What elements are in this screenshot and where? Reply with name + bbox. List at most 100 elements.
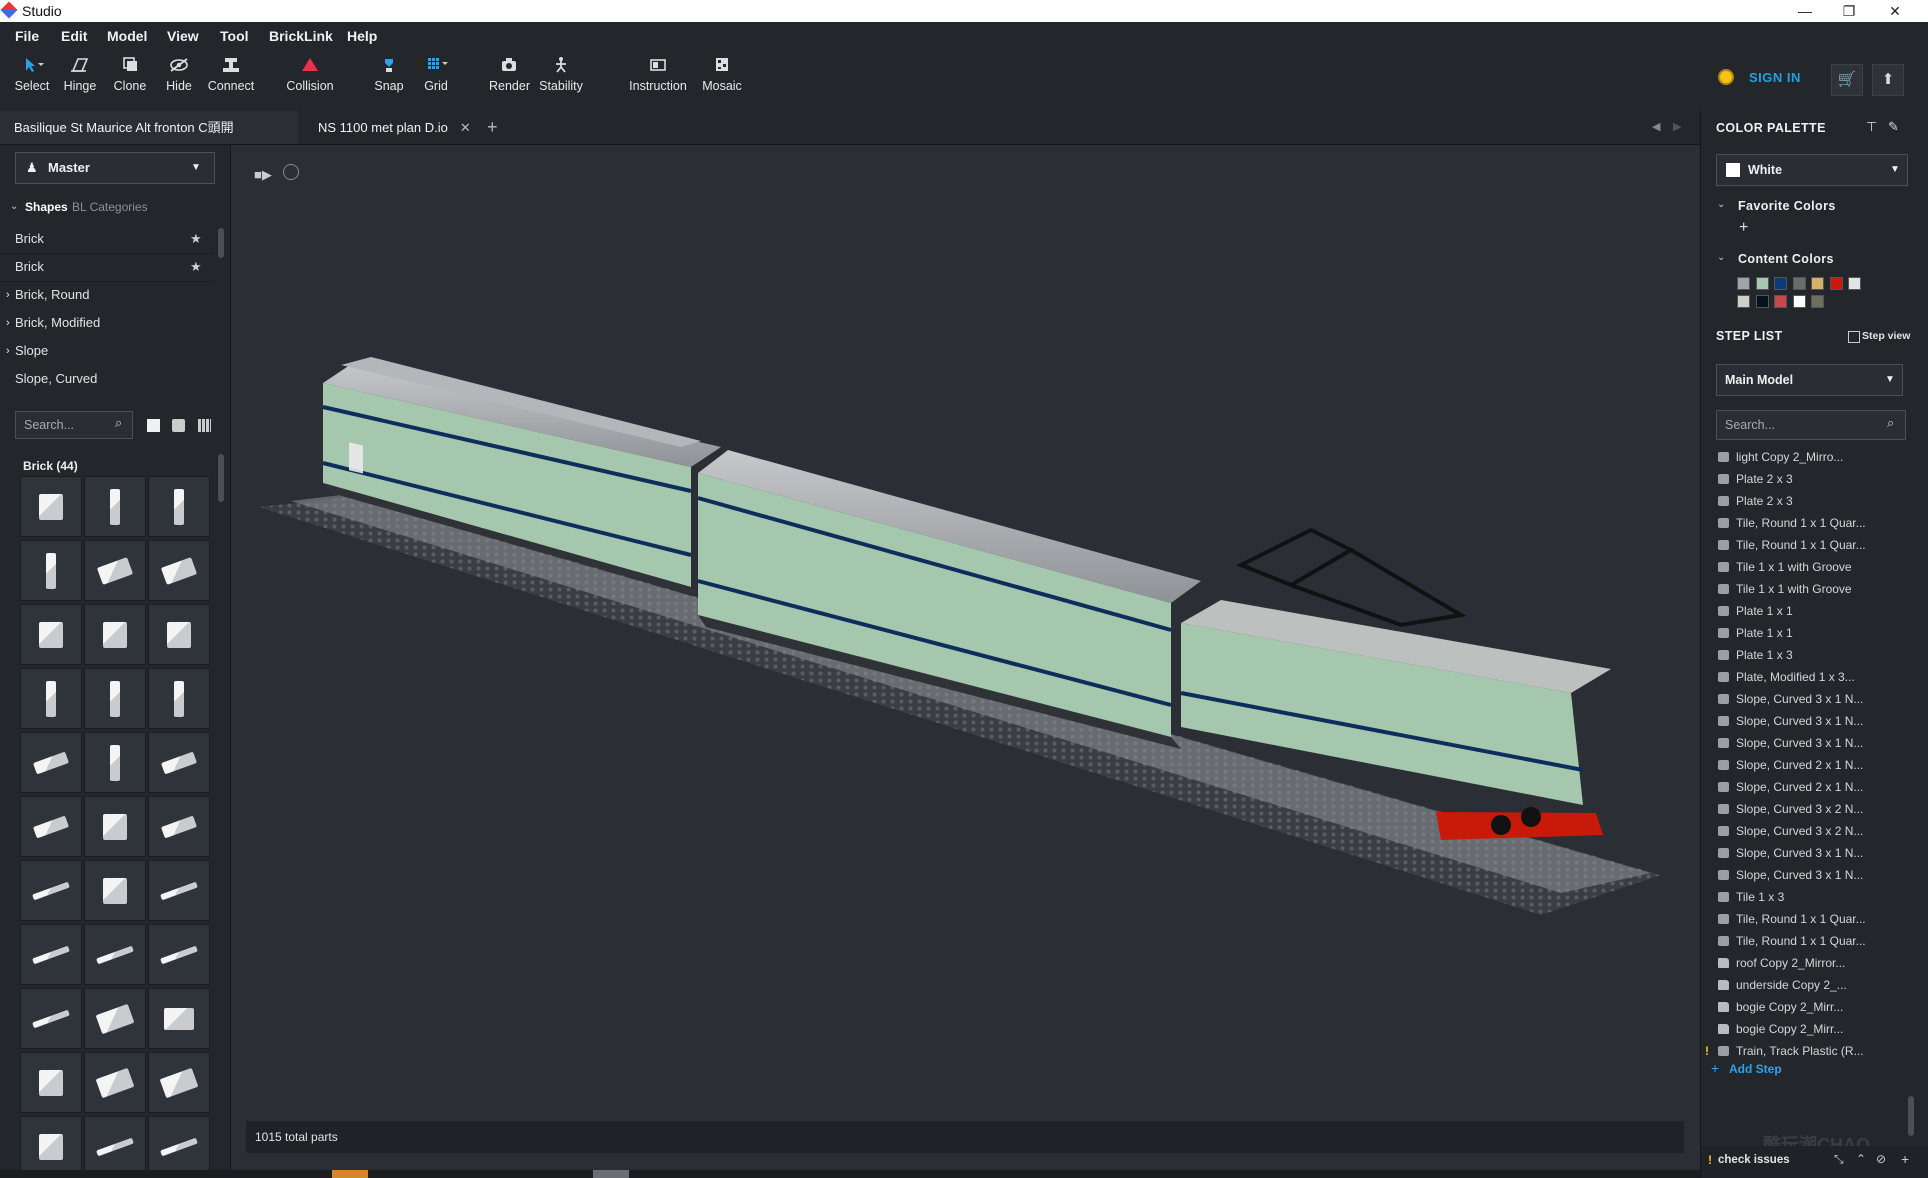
search-icon[interactable]: ⌕: [1887, 415, 1894, 431]
part-thumbnail[interactable]: [84, 796, 146, 857]
color-swatch[interactable]: [1774, 277, 1787, 290]
taskbar-app-icon[interactable]: [593, 1170, 629, 1178]
view-grid-icon[interactable]: [198, 419, 211, 432]
menu-model[interactable]: Model: [107, 28, 147, 44]
step-list-item[interactable]: Slope, Curved 3 x 1 N...: [1701, 864, 1928, 886]
part-thumbnail[interactable]: [20, 732, 82, 793]
step-list-item[interactable]: Plate 2 x 3: [1701, 490, 1928, 512]
menu-view[interactable]: View: [167, 28, 199, 44]
category-item[interactable]: Brick ★: [0, 253, 214, 282]
step-list-item[interactable]: underside Copy 2_...: [1701, 974, 1928, 996]
collapse-chevron-icon[interactable]: ⌄: [1717, 199, 1725, 210]
step-scrollbar[interactable]: [1908, 1096, 1914, 1136]
part-thumbnail[interactable]: [84, 1052, 146, 1113]
part-thumbnail[interactable]: [148, 1052, 210, 1113]
snap-tool-button[interactable]: Snap: [370, 55, 408, 93]
color-swatch[interactable]: [1848, 277, 1861, 290]
menu-edit[interactable]: Edit: [61, 28, 87, 44]
part-thumbnail[interactable]: [20, 540, 82, 601]
sign-in-button[interactable]: SIGN IN: [1749, 70, 1801, 85]
part-thumbnail[interactable]: [84, 1116, 146, 1177]
part-thumbnail[interactable]: [84, 540, 146, 601]
instruction-tool-button[interactable]: Instruction: [626, 55, 690, 93]
part-thumbnail[interactable]: [148, 732, 210, 793]
step-list-item[interactable]: Tile, Round 1 x 1 Quar...: [1701, 908, 1928, 930]
expand-icon[interactable]: ⌃: [1856, 1152, 1866, 1166]
connect-tool-button[interactable]: Connect: [206, 55, 256, 93]
add-icon[interactable]: +: [1901, 1151, 1909, 1167]
cart-button[interactable]: 🛒: [1831, 64, 1863, 96]
tab-bl-categories[interactable]: BL Categories: [72, 200, 148, 214]
part-thumbnail[interactable]: [20, 476, 82, 537]
hide-tool-button[interactable]: Hide: [159, 55, 199, 93]
part-thumbnail[interactable]: [20, 796, 82, 857]
render-tool-button[interactable]: Render: [489, 55, 530, 93]
step-list-item[interactable]: Tile 1 x 1 with Groove: [1701, 556, 1928, 578]
step-list-item[interactable]: Plate 1 x 1: [1701, 622, 1928, 644]
color-swatch[interactable]: [1737, 295, 1750, 308]
train-model-render[interactable]: [231, 145, 1700, 1155]
taskbar-app-icon[interactable]: [332, 1170, 368, 1178]
category-item[interactable]: › Brick, Modified: [0, 309, 214, 337]
part-thumbnail[interactable]: [20, 860, 82, 921]
view-large-icon[interactable]: [147, 419, 160, 432]
category-item[interactable]: Brick ★: [0, 225, 214, 254]
step-list-item[interactable]: Plate, Modified 1 x 3...: [1701, 666, 1928, 688]
step-list-item[interactable]: Slope, Curved 3 x 2 N...: [1701, 820, 1928, 842]
color-swatch[interactable]: [1774, 295, 1787, 308]
step-list-item[interactable]: Slope, Curved 3 x 1 N...: [1701, 710, 1928, 732]
step-list-item[interactable]: Plate 2 x 3: [1701, 468, 1928, 490]
paint-roller-icon[interactable]: ⊤: [1866, 119, 1877, 135]
view-brick-icon[interactable]: [172, 419, 185, 432]
part-thumbnail[interactable]: [84, 988, 146, 1049]
part-thumbnail[interactable]: [148, 540, 210, 601]
part-thumbnail[interactable]: [148, 668, 210, 729]
part-thumbnail[interactable]: [148, 476, 210, 537]
collision-tool-button[interactable]: Collision: [284, 55, 336, 93]
stability-tool-button[interactable]: Stability: [537, 55, 585, 93]
select-tool-button[interactable]: Select: [12, 55, 52, 93]
upload-button[interactable]: ⬆: [1872, 64, 1904, 96]
part-thumbnail[interactable]: [84, 732, 146, 793]
color-swatch[interactable]: [1755, 277, 1769, 290]
mosaic-tool-button[interactable]: Mosaic: [700, 55, 744, 93]
step-list-item[interactable]: Tile, Round 1 x 1 Quar...: [1701, 534, 1928, 556]
step-list-item[interactable]: Slope, Curved 2 x 1 N...: [1701, 776, 1928, 798]
part-thumbnail[interactable]: [148, 796, 210, 857]
collapse-chevron-icon[interactable]: ⌄: [10, 201, 18, 212]
color-select[interactable]: White ▼: [1716, 154, 1908, 186]
step-list-item[interactable]: Slope, Curved 2 x 1 N...: [1701, 754, 1928, 776]
collapse-all-icon[interactable]: ⤡: [1834, 1152, 1844, 1167]
part-thumbnail[interactable]: [148, 860, 210, 921]
part-thumbnail[interactable]: [84, 476, 146, 537]
hinge-tool-button[interactable]: Hinge: [60, 55, 100, 93]
part-thumbnail[interactable]: [20, 668, 82, 729]
search-icon[interactable]: ⌕: [115, 415, 122, 431]
add-step-icon[interactable]: +: [1711, 1060, 1719, 1076]
part-thumbnail[interactable]: [20, 988, 82, 1049]
favorite-star-icon[interactable]: ★: [190, 225, 202, 253]
clone-tool-button[interactable]: Clone: [110, 55, 150, 93]
check-issues-button[interactable]: check issues: [1718, 1154, 1790, 1166]
grid-tool-button[interactable]: Grid: [418, 55, 454, 93]
step-list-item[interactable]: Tile 1 x 1 with Groove: [1701, 578, 1928, 600]
category-item[interactable]: Slope, Curved: [0, 365, 214, 393]
part-thumbnail[interactable]: [20, 1116, 82, 1177]
step-list-item[interactable]: bogie Copy 2_Mirr...: [1701, 996, 1928, 1018]
part-thumbnail[interactable]: [84, 860, 146, 921]
part-thumbnail[interactable]: [148, 604, 210, 665]
menu-help[interactable]: Help: [347, 28, 377, 44]
step-view-checkbox[interactable]: [1848, 331, 1860, 343]
step-list-item[interactable]: roof Copy 2_Mirror...: [1701, 952, 1928, 974]
tab-basilique[interactable]: Basilique St Maurice Alt fronton C頭開Copy…: [0, 111, 298, 168]
step-list-item[interactable]: Slope, Curved 3 x 1 N...: [1701, 732, 1928, 754]
restore-button[interactable]: ❐: [1826, 0, 1872, 22]
color-swatch[interactable]: [1792, 277, 1806, 290]
part-thumbnail[interactable]: [84, 924, 146, 985]
close-tab-icon[interactable]: ✕: [460, 120, 471, 135]
parts-scrollbar[interactable]: [218, 454, 224, 502]
favorite-star-icon[interactable]: ★: [190, 253, 202, 281]
tab-scroll-left-icon[interactable]: ◀: [1652, 120, 1660, 133]
color-swatch[interactable]: [1737, 277, 1750, 290]
color-swatch[interactable]: [1829, 277, 1843, 290]
